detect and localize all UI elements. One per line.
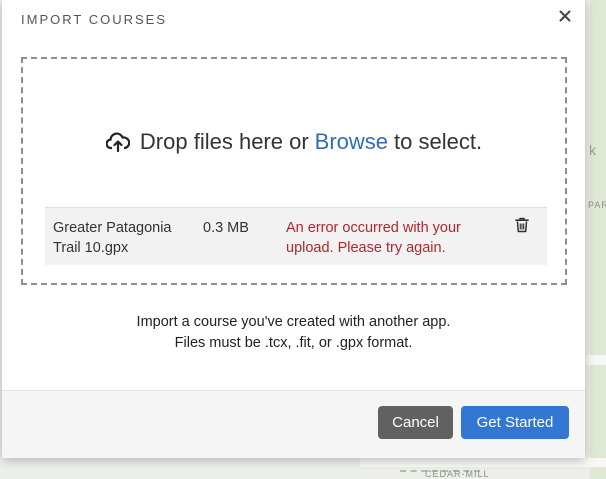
modal-footer: Cancel Get Started [2,390,585,458]
map-road [360,458,606,467]
import-info: Import a course you've created with anot… [2,312,585,354]
map-label: k [589,142,596,158]
map-label: CEDAR-MILL [425,469,490,479]
file-error-message: An error occurred with your upload. Plea… [286,220,461,256]
map-label: PARK [588,200,606,210]
file-row: Greater Patagonia Trail 10.gpx 0.3 MB An… [45,207,547,265]
close-button[interactable] [555,6,575,26]
map-park-area [590,0,606,479]
drop-prompt-suffix: to select. [394,129,483,154]
file-size: 0.3 MB [203,220,249,236]
import-courses-modal: IMPORT COURSES Drop files here or Browse… [2,0,585,458]
delete-file-button[interactable] [515,217,531,235]
close-icon [559,10,571,22]
map-road [585,355,606,365]
get-started-button[interactable]: Get Started [461,406,569,439]
trash-icon [515,217,529,233]
info-line: Files must be .tcx, .fit, or .gpx format… [174,335,413,351]
cancel-button[interactable]: Cancel [378,406,453,439]
cloud-upload-icon [105,132,130,152]
drop-prompt-text: Drop files here or [139,129,309,154]
info-line: Import a course you've created with anot… [136,314,451,330]
file-dropzone[interactable]: Drop files here or Browse to select. Gre… [21,57,567,285]
browse-link[interactable]: Browse [315,129,388,155]
file-name: Greater Patagonia Trail 10.gpx [53,220,172,256]
drop-prompt: Drop files here or Browse to select. [23,129,565,155]
modal-title: IMPORT COURSES [21,12,167,27]
